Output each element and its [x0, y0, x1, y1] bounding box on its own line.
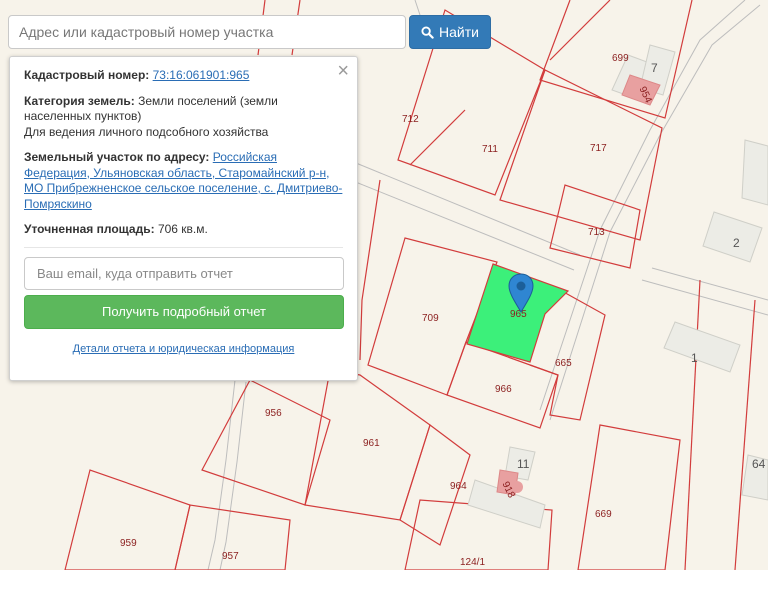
parcel-label: 966 [495, 384, 512, 395]
parcel-label: 124/1 [460, 557, 485, 568]
bottom-strip [0, 570, 768, 614]
usage-value: Для ведения личного подсобного хозяйства [24, 124, 269, 139]
category-label: Категория земель: [24, 93, 135, 108]
parcel-label: 957 [222, 551, 239, 562]
email-input[interactable] [24, 256, 344, 290]
house-number: 64 [752, 457, 766, 471]
area-label: Уточненная площадь: [24, 222, 155, 236]
search-input[interactable] [8, 15, 406, 49]
divider [24, 246, 343, 248]
search-button-label: Найти [439, 24, 479, 40]
parcel-label: 964 [450, 481, 467, 492]
house-number: 2 [733, 236, 740, 250]
address-label: Земельный участок по адресу: [24, 150, 210, 164]
house-number: 11 [517, 457, 530, 471]
parcel-info-panel: × Кадастровый номер: 73:16:061901:965 Ка… [9, 56, 358, 381]
parcel-label: 956 [265, 408, 282, 419]
parcel-label: 965 [510, 309, 527, 320]
cadastral-label: Кадастровый номер: [24, 68, 150, 82]
get-report-button[interactable]: Получить подробный отчет [24, 294, 344, 329]
report-details-link[interactable]: Детали отчета и юридическая информация [24, 342, 343, 358]
parcel-label: 699 [612, 53, 629, 64]
search-icon [421, 25, 434, 39]
parcel-label: 711 [482, 144, 498, 155]
parcel-label: 713 [588, 227, 605, 238]
parcel-label: 669 [595, 509, 612, 520]
parcel-label: 712 [402, 114, 419, 125]
area-value: 706 кв.м. [157, 222, 208, 236]
parcel-label: 665 [555, 358, 572, 369]
parcel-label: 959 [120, 538, 137, 549]
search-button[interactable]: Найти [409, 15, 491, 49]
parcel-label: 961 [363, 438, 380, 449]
close-icon[interactable]: × [337, 61, 349, 81]
house-number: 7 [651, 61, 658, 75]
parcel-label: 717 [590, 143, 607, 154]
parcel-label: 709 [422, 313, 439, 324]
house-number: 1 [691, 351, 698, 365]
cadastral-number-link[interactable]: 73:16:061901:965 [153, 68, 250, 82]
